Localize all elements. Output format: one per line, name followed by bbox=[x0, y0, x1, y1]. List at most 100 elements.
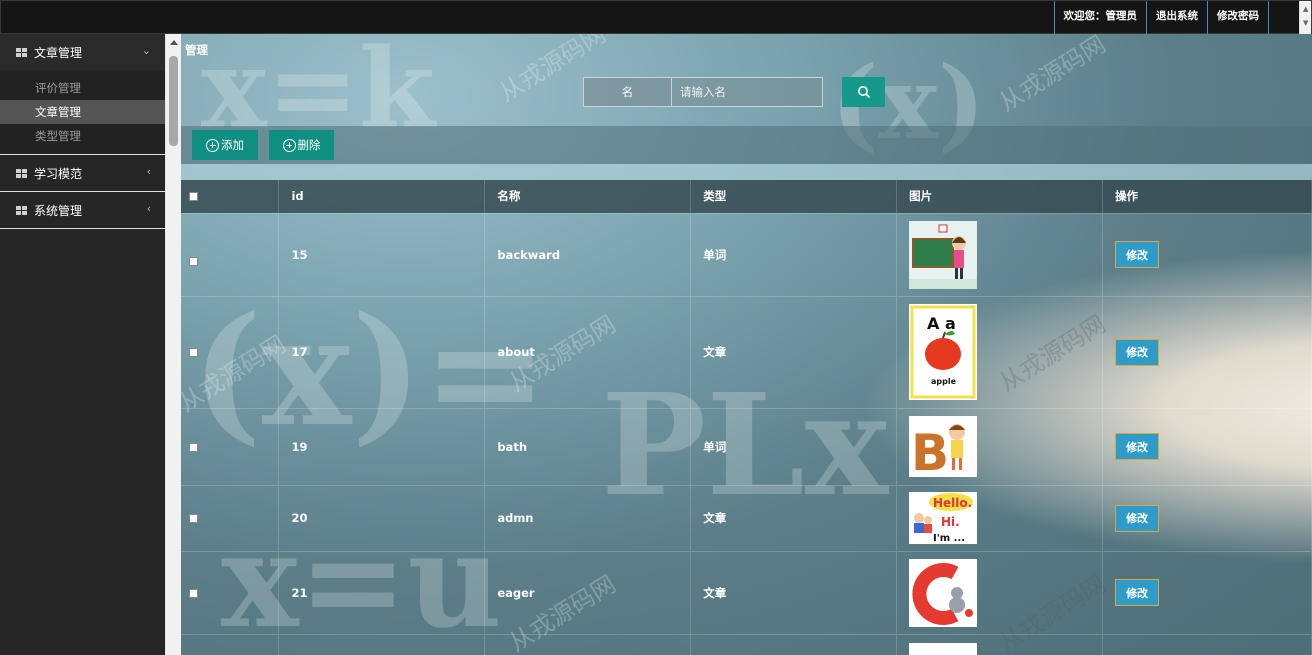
row-checkbox[interactable] bbox=[189, 257, 198, 266]
table-row: 19 bath 单词 B 修改 bbox=[181, 407, 1312, 485]
header-menu: 欢迎您：管理员 退出系统 修改密码 bbox=[1053, 1, 1269, 34]
select-all-checkbox[interactable] bbox=[189, 192, 198, 202]
svg-text:A a: A a bbox=[927, 314, 956, 333]
row-select-cell bbox=[181, 212, 280, 296]
column-header: id bbox=[278, 180, 486, 213]
table-row: 17 about 文章 A a apple 修改 bbox=[181, 295, 1312, 408]
select-all-cell bbox=[181, 180, 280, 213]
action-cell: 修改 bbox=[1102, 407, 1312, 485]
nav-group-model: 学习模范 ‹ bbox=[0, 155, 165, 192]
id-cell: 17 bbox=[278, 295, 486, 408]
name-cell: admn bbox=[484, 484, 692, 551]
id-cell: 20 bbox=[278, 484, 486, 551]
search-input[interactable] bbox=[672, 77, 823, 107]
svg-text:I'm ...: I'm ... bbox=[933, 533, 965, 544]
column-header: 名称 bbox=[484, 180, 692, 213]
row-checkbox[interactable] bbox=[189, 514, 198, 523]
nav-head-system[interactable]: 系统管理 ‹ bbox=[0, 192, 165, 228]
change-password-link[interactable]: 修改密码 bbox=[1207, 1, 1269, 34]
image-cell bbox=[896, 633, 1104, 655]
welcome-text: 欢迎您：管理员 bbox=[1053, 1, 1147, 34]
edit-button[interactable]: 修改 bbox=[1115, 433, 1160, 460]
table-row bbox=[181, 633, 1312, 655]
column-header: 图片 bbox=[896, 180, 1104, 213]
edit-button[interactable]: 修改 bbox=[1115, 504, 1160, 532]
edit-button[interactable]: 修改 bbox=[1115, 241, 1160, 268]
table-header-row: id 名称 类型 图片 操作 bbox=[181, 180, 1312, 213]
id-cell bbox=[278, 633, 486, 655]
row-checkbox[interactable] bbox=[189, 348, 198, 357]
search-label: 名 bbox=[583, 77, 672, 107]
letter-c-image bbox=[909, 558, 978, 627]
row-select-cell bbox=[181, 484, 280, 551]
sidebar-item-article[interactable]: 文章管理 bbox=[0, 100, 165, 124]
chevron-left-icon: ‹ bbox=[146, 202, 151, 215]
partial-image bbox=[909, 642, 978, 655]
row-select-cell bbox=[181, 550, 280, 634]
plus-circle-icon bbox=[206, 138, 219, 152]
column-header: 操作 bbox=[1102, 180, 1312, 213]
svg-text:B: B bbox=[911, 424, 949, 477]
row-select-cell bbox=[181, 407, 280, 485]
scroll-thumb[interactable] bbox=[169, 56, 178, 146]
sidebar-item-type[interactable]: 类型管理 bbox=[0, 124, 165, 148]
edit-button[interactable]: 修改 bbox=[1115, 338, 1160, 366]
nav-head-label: 学习模范 bbox=[34, 166, 83, 181]
hello-kids-image: Hello. Hi. I'm ... bbox=[909, 492, 978, 544]
nav-group-system: 系统管理 ‹ bbox=[0, 192, 165, 229]
apple-card-image: A a apple bbox=[909, 304, 978, 400]
row-select-cell bbox=[181, 633, 280, 655]
teacher-blackboard-image bbox=[909, 220, 978, 289]
image-cell bbox=[896, 212, 1104, 296]
action-cell: 修改 bbox=[1102, 550, 1312, 634]
row-select-cell bbox=[181, 295, 280, 408]
type-cell: 单词 bbox=[690, 407, 898, 485]
page-scrollbar-top[interactable]: ▲ ▼ bbox=[1299, 1, 1311, 34]
chevron-left-icon: ‹ bbox=[146, 165, 151, 178]
grid-icon bbox=[16, 205, 27, 215]
id-cell: 15 bbox=[278, 212, 486, 296]
image-cell: A a apple bbox=[896, 295, 1104, 408]
content-scrollbar[interactable] bbox=[165, 34, 181, 655]
nav-head-article[interactable]: 文章管理 ⌄ bbox=[0, 34, 165, 70]
sidebar-item-review[interactable]: 评价管理 bbox=[0, 76, 165, 100]
grid-icon bbox=[16, 168, 27, 178]
divider-strip bbox=[181, 164, 1312, 180]
letter-b-image: B bbox=[909, 416, 978, 477]
row-checkbox[interactable] bbox=[189, 442, 198, 452]
search-icon bbox=[857, 86, 870, 99]
subnav-article: 评价管理 文章管理 类型管理 bbox=[0, 70, 165, 154]
action-cell: 修改 bbox=[1102, 295, 1312, 408]
delete-button[interactable]: 删除 bbox=[269, 130, 334, 160]
sidebar: 文章管理 ⌄ 评价管理 文章管理 类型管理 学习模范 ‹ 系统管理 ‹ bbox=[0, 34, 165, 655]
table-row: 15 backward 单词 修改 bbox=[181, 212, 1312, 296]
add-button[interactable]: 添加 bbox=[192, 130, 258, 160]
watermark: 从戎源码网 bbox=[991, 34, 1111, 118]
chevron-down-icon: ⌄ bbox=[141, 44, 151, 57]
breadcrumb: 管理 bbox=[185, 43, 208, 57]
row-checkbox[interactable] bbox=[189, 588, 198, 598]
action-cell: 修改 bbox=[1102, 212, 1312, 296]
image-cell bbox=[896, 550, 1104, 634]
id-cell: 19 bbox=[278, 407, 486, 485]
name-cell: about bbox=[484, 295, 692, 408]
type-cell: 文章 bbox=[690, 484, 898, 551]
action-toolbar: 添加 删除 bbox=[181, 126, 1312, 164]
scroll-up-arrow[interactable] bbox=[170, 40, 178, 45]
add-button-label: 添加 bbox=[221, 138, 244, 152]
article-table: id 名称 类型 图片 操作 15 backward 单词 修改 17 abou… bbox=[181, 180, 1312, 655]
type-cell: 文章 bbox=[690, 295, 898, 408]
type-cell bbox=[690, 633, 898, 655]
search-button[interactable] bbox=[842, 77, 885, 107]
edit-button[interactable]: 修改 bbox=[1115, 579, 1160, 606]
delete-button-label: 删除 bbox=[297, 138, 321, 152]
svg-text:Hello.: Hello. bbox=[933, 496, 972, 510]
table-row: 21 eager 文章 修改 bbox=[181, 550, 1312, 634]
nav-head-model[interactable]: 学习模范 ‹ bbox=[0, 155, 165, 191]
logout-link[interactable]: 退出系统 bbox=[1146, 1, 1208, 34]
id-cell: 21 bbox=[278, 550, 486, 634]
grid-icon bbox=[16, 47, 27, 57]
nav-head-label: 系统管理 bbox=[34, 203, 83, 218]
search-bar: 名 bbox=[583, 77, 823, 107]
nav-head-label: 文章管理 bbox=[34, 45, 83, 60]
